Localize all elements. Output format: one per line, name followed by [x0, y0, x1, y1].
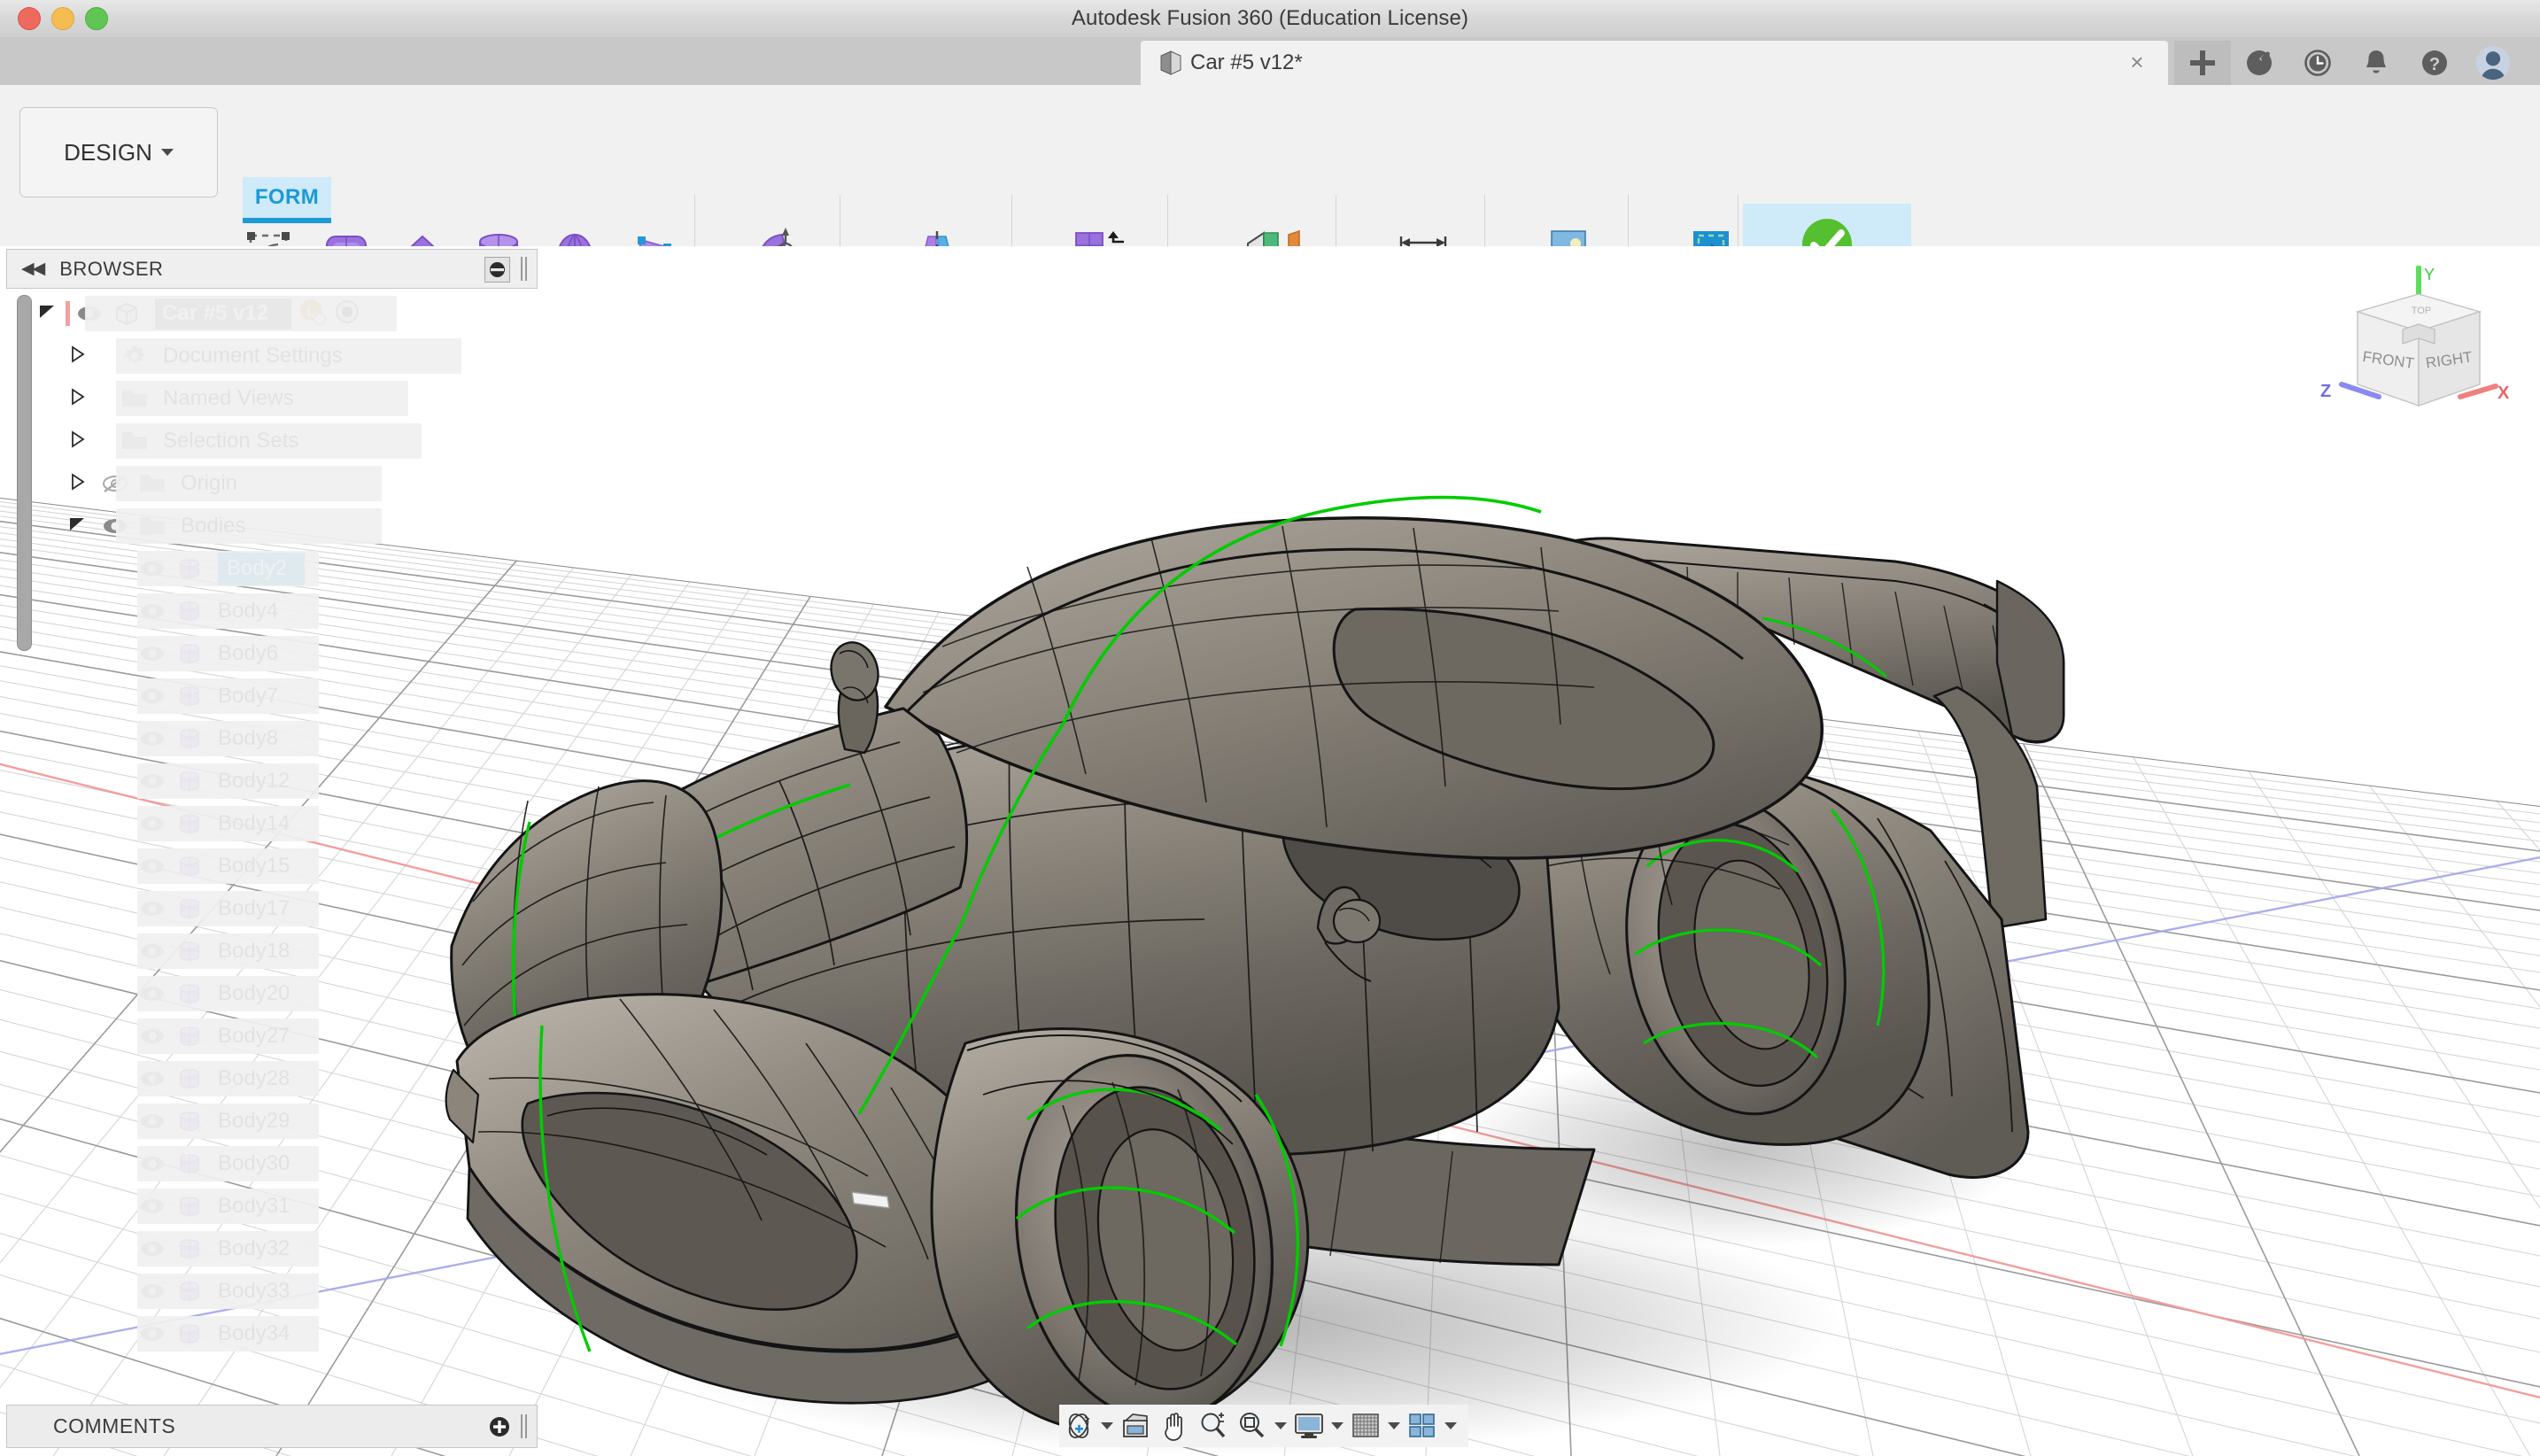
viewports-button[interactable]: [1403, 1406, 1460, 1445]
tree-row-body[interactable]: Body14: [0, 802, 540, 845]
titlebar-icon-group: ?: [2241, 44, 2512, 81]
tree-row-body[interactable]: Body27: [0, 1015, 540, 1057]
browser-panel-title: BROWSER: [59, 257, 164, 280]
look-at-button[interactable]: [1116, 1406, 1155, 1445]
job-status-icon[interactable]: [2299, 44, 2336, 81]
tree-row-body[interactable]: Body18: [0, 930, 540, 972]
account-avatar[interactable]: [2474, 44, 2512, 81]
document-cube-icon: [1160, 50, 1181, 75]
pan-hand-icon: [1155, 1406, 1194, 1445]
notifications-icon[interactable]: [2358, 44, 2395, 81]
tree-row-body[interactable]: Body12: [0, 760, 540, 802]
tree-row-bodies[interactable]: Bodies: [0, 505, 540, 547]
tree-row-body[interactable]: Body4: [0, 590, 540, 632]
expander-expanded-icon[interactable]: [67, 515, 90, 538]
viewports-icon: [1403, 1406, 1442, 1445]
document-tab[interactable]: Car #5 v12* ×: [1141, 41, 2168, 85]
viewcube-body: FRONT RIGHT TOP: [2355, 293, 2482, 407]
tree-row-origin[interactable]: Origin: [0, 462, 540, 505]
tree-row-body[interactable]: Body28: [0, 1057, 540, 1100]
view-navigation-bar: [1059, 1405, 1468, 1447]
extensions-icon[interactable]: [2241, 44, 2278, 81]
tree-row-body[interactable]: Body29: [0, 1100, 540, 1142]
new-tab-button[interactable]: [2174, 41, 2231, 85]
expander-collapsed-icon[interactable]: [67, 430, 90, 453]
tree-row-body[interactable]: Body15: [0, 845, 540, 887]
plus-icon: [2190, 50, 2215, 75]
expander-collapsed-icon[interactable]: [67, 472, 90, 495]
orbit-button[interactable]: [1059, 1406, 1116, 1445]
panel-resize-grip[interactable]: [521, 1414, 528, 1438]
chevron-down-icon[interactable]: [1272, 1406, 1289, 1445]
zoom-icon: [1194, 1406, 1233, 1445]
tree-row-body[interactable]: Body8: [0, 717, 540, 760]
panel-resize-grip[interactable]: [521, 257, 528, 281]
grid-settings-button[interactable]: [1346, 1406, 1403, 1445]
help-icon[interactable]: ?: [2416, 44, 2453, 81]
chevron-down-icon[interactable]: [1098, 1406, 1116, 1445]
ribbon-toolbar: DESIGN FORM: [0, 85, 2540, 331]
tree-row-body[interactable]: Body17: [0, 887, 540, 930]
axis-label-y: Y: [2424, 266, 2435, 283]
panel-collapse-toggle-icon[interactable]: [484, 257, 510, 283]
zoom-button[interactable]: [1194, 1406, 1233, 1445]
tree-row-named-views[interactable]: Named Views: [0, 377, 540, 420]
pan-button[interactable]: [1155, 1406, 1194, 1445]
tree-row-body[interactable]: Body34: [0, 1313, 540, 1355]
tab-form-label: FORM: [254, 185, 320, 209]
document-tab-label: Car #5 v12*: [1190, 50, 1303, 74]
comments-panel-header: COMMENTS: [6, 1405, 538, 1448]
tree-row-body[interactable]: Body20: [0, 972, 540, 1015]
chevron-down-icon[interactable]: [1385, 1406, 1403, 1445]
window-title-bar: Autodesk Fusion 360 (Education License): [0, 0, 2540, 38]
browser-tree: Car #5 v12 L Document Settings: [0, 292, 540, 1373]
look-at-icon: [1116, 1406, 1155, 1445]
tree-row-document-settings[interactable]: Document Settings: [0, 335, 540, 377]
tree-row-body[interactable]: Body6: [0, 632, 540, 675]
tree-row-body[interactable]: Body30: [0, 1142, 540, 1185]
axis-label-x: X: [2497, 383, 2510, 403]
tree-row-body[interactable]: Body31: [0, 1185, 540, 1228]
monitor-icon: [1289, 1406, 1328, 1445]
body-list: Body2Body4Body6Body7Body8Body12Body14Bod…: [0, 547, 540, 1355]
browser-panel-header: ◀◀ BROWSER: [6, 249, 538, 289]
chevron-down-icon[interactable]: [1442, 1406, 1460, 1445]
tree-row-selection-sets[interactable]: Selection Sets: [0, 420, 540, 462]
add-comment-icon[interactable]: [489, 1416, 510, 1437]
tab-form[interactable]: FORM: [243, 177, 331, 223]
chevron-down-icon: [160, 149, 174, 156]
document-tab-strip: Car #5 v12* × ?: [0, 37, 2540, 86]
close-icon[interactable]: ×: [2126, 50, 2149, 74]
application-title: Autodesk Fusion 360 (Education License): [1071, 6, 1469, 30]
zoom-window-icon: [1233, 1406, 1272, 1445]
chevron-down-icon[interactable]: [1328, 1406, 1346, 1445]
svg-text:?: ?: [2429, 55, 2440, 74]
viewcube-face-top: TOP: [2412, 306, 2431, 316]
display-settings-button[interactable]: [1289, 1406, 1346, 1445]
expander-collapsed-icon[interactable]: [67, 387, 90, 410]
orbit-icon: [1059, 1406, 1098, 1445]
tree-row-root[interactable]: Car #5 v12 L: [0, 292, 540, 335]
tree-row-body[interactable]: Body2: [0, 547, 540, 590]
axis-label-z: Z: [2320, 382, 2331, 401]
zoom-window-button[interactable]: [1233, 1406, 1289, 1445]
expander-collapsed-icon[interactable]: [67, 345, 90, 368]
tree-row-body[interactable]: Body33: [0, 1270, 540, 1313]
expander-expanded-icon[interactable]: [37, 302, 60, 325]
comments-panel-title: COMMENTS: [53, 1414, 176, 1437]
tree-row-body[interactable]: Body32: [0, 1228, 540, 1270]
view-cube[interactable]: Y Z X FRONT RIGHT TOP: [2308, 265, 2529, 443]
workspace-switcher-label: DESIGN: [64, 138, 152, 166]
collapse-panel-icon[interactable]: ◀◀: [21, 259, 45, 279]
workspace-switcher-button[interactable]: DESIGN: [19, 107, 218, 197]
tree-row-body[interactable]: Body7: [0, 675, 540, 717]
grid-icon: [1346, 1406, 1385, 1445]
